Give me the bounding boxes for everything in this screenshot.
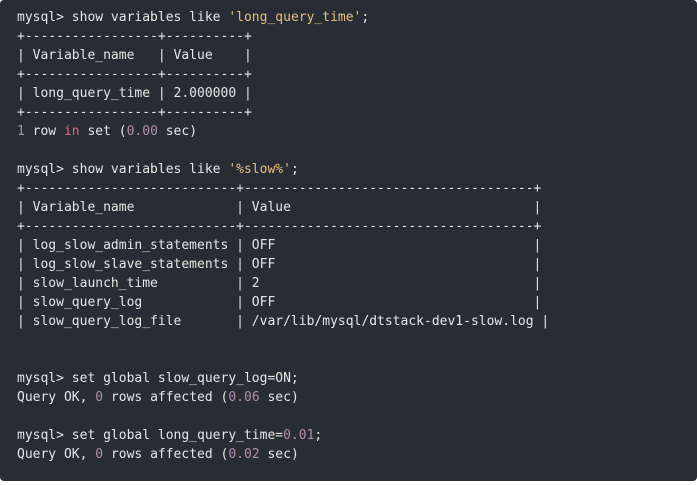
code-token-plain: ;: [290, 162, 299, 177]
code-token-number: 0: [95, 390, 104, 405]
code-token-plain: | slow_query_log_file | /var/lib/mysql/d…: [17, 314, 550, 329]
code-token-plain: mysql> show variables like: [17, 162, 229, 177]
code-line: mysql> show variables like '%slow%';: [17, 160, 697, 179]
code-line: | slow_launch_time | 2 |: [17, 274, 697, 293]
code-token-plain: | log_slow_slave_statements | OFF |: [17, 257, 542, 272]
code-token-number: 0: [95, 447, 104, 462]
code-token-plain: +---------------------------+-----------…: [17, 219, 542, 234]
code-line: Query OK, 0 rows affected (0.06 sec): [17, 388, 697, 407]
code-token-plain: mysql> set global slow_query_log=ON;: [17, 371, 299, 386]
code-token-plain: | long_query_time | 2.000000 |: [17, 86, 252, 101]
code-token-plain: Query OK,: [17, 390, 96, 405]
code-token-plain: | Variable_name | Value |: [17, 48, 252, 63]
code-token-number: 0.02: [228, 447, 260, 462]
code-token-number: 0.06: [228, 390, 260, 405]
code-token-number: 0.01: [283, 428, 315, 443]
code-line: Query OK, 0 rows affected (0.02 sec): [17, 445, 697, 464]
code-token-plain: | slow_launch_time | 2 |: [17, 276, 542, 291]
code-line: | slow_query_log_file | /var/lib/mysql/d…: [17, 312, 697, 331]
code-token-plain: ;: [314, 428, 323, 443]
code-token-plain: +-----------------+----------+: [17, 105, 252, 120]
code-line: +---------------------------+-----------…: [17, 179, 697, 198]
code-token-keyword: in: [63, 124, 80, 139]
code-line: 1 row in set (0.00 sec): [17, 122, 697, 141]
terminal-code-block: mysql> show variables like 'long_query_t…: [0, 0, 697, 481]
code-line: | log_slow_slave_statements | OFF |: [17, 255, 697, 274]
code-token-plain: rows affected (: [103, 390, 229, 405]
code-token-plain: ;: [361, 10, 370, 25]
code-line: | log_slow_admin_statements | OFF |: [17, 236, 697, 255]
code-token-plain: sec): [259, 447, 299, 462]
code-line: | long_query_time | 2.000000 |: [17, 84, 697, 103]
code-token-plain: sec): [259, 390, 299, 405]
code-line: +-----------------+----------+: [17, 27, 697, 46]
code-token-plain: +-----------------+----------+: [17, 29, 252, 44]
code-token-plain: | Variable_name | Value |: [17, 200, 542, 215]
code-token-plain: mysql> set global long_query_time=: [17, 428, 284, 443]
code-token-plain: mysql> show variables like: [17, 10, 229, 25]
code-token-number: 0.00: [126, 124, 158, 139]
code-token-plain: | log_slow_admin_statements | OFF |: [17, 238, 542, 253]
code-token-plain: sec): [157, 124, 198, 139]
code-line: +---------------------------+-----------…: [17, 217, 697, 236]
code-line: | slow_query_log | OFF |: [17, 293, 697, 312]
code-line: mysql> set global slow_query_log=ON;: [17, 369, 697, 388]
code-line: +-----------------+----------+: [17, 65, 697, 84]
code-token-plain: row: [24, 124, 64, 139]
code-token-string: '%slow%': [228, 162, 291, 177]
code-token-plain: Query OK,: [17, 447, 96, 462]
code-token-plain: +---------------------------+-----------…: [17, 181, 542, 196]
code-line: mysql> set global long_query_time=0.01;: [17, 426, 697, 445]
code-line: | Variable_name | Value |: [17, 198, 697, 217]
code-token-plain: +-----------------+----------+: [17, 67, 252, 82]
code-token-string: 'long_query_time': [228, 10, 362, 25]
code-token-number: 1: [17, 124, 25, 139]
code-line: | Variable_name | Value |: [17, 46, 697, 65]
code-token-plain: set (: [79, 124, 127, 139]
code-token-plain: | slow_query_log | OFF |: [17, 295, 542, 310]
code-line: +-----------------+----------+: [17, 103, 697, 122]
code-token-plain: rows affected (: [103, 447, 229, 462]
code-line: mysql> show variables like 'long_query_t…: [17, 8, 697, 27]
